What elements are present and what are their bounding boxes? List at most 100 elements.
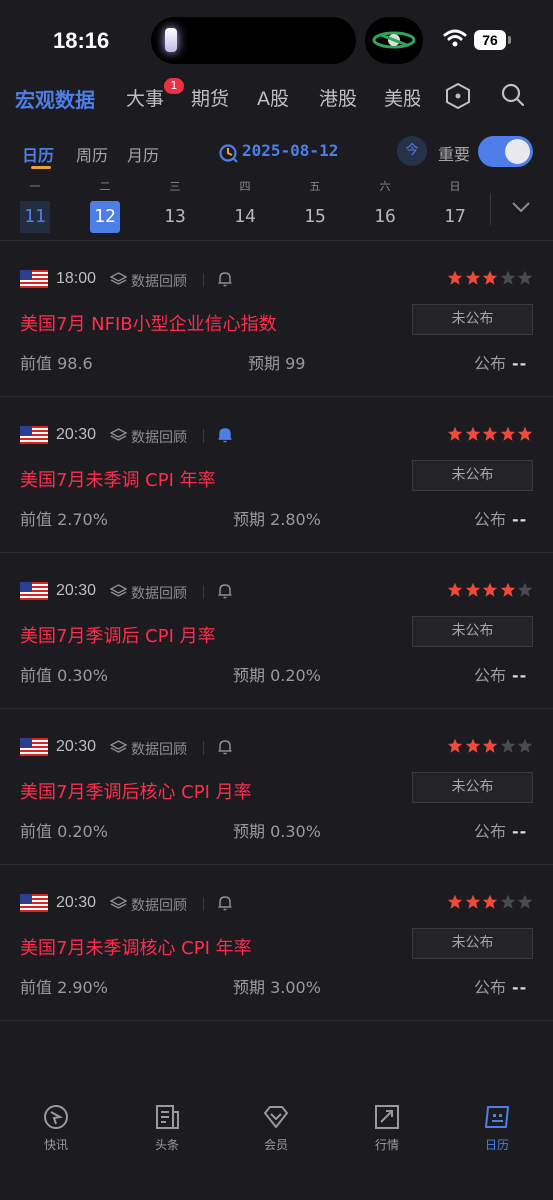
event-time: 20:30 xyxy=(56,426,97,443)
day-16[interactable]: 六 16 xyxy=(370,180,400,233)
actual-value: 公布 -- xyxy=(474,822,528,841)
tab-us-stocks[interactable]: 美股 xyxy=(384,84,420,111)
app-logo-icon xyxy=(372,31,416,49)
nav-membership[interactable]: 会员 xyxy=(246,1102,306,1153)
separator xyxy=(203,429,204,443)
star-filled-icon xyxy=(447,738,463,753)
us-flag-icon xyxy=(20,582,48,600)
tab-a-shares[interactable]: A股 xyxy=(257,84,289,111)
events-badge: 1 xyxy=(164,78,184,94)
weekday-label: 五 xyxy=(309,180,321,193)
importance-stars xyxy=(446,894,534,910)
star-filled-icon xyxy=(465,582,480,597)
flashlight-icon xyxy=(165,28,177,52)
star-filled-icon xyxy=(482,426,498,441)
clock: 18:16 xyxy=(53,28,110,53)
bell-icon[interactable] xyxy=(216,738,234,756)
tab-futures[interactable]: 期货 xyxy=(191,84,229,111)
battery-tip xyxy=(508,36,511,44)
event-title: 美国7月季调后核心 CPI 月率 xyxy=(20,782,252,803)
tab-month-calendar[interactable]: 月历 xyxy=(127,142,159,166)
forecast-value: 预期 99 xyxy=(248,354,306,373)
bell-icon[interactable] xyxy=(216,270,234,288)
tab-week-calendar[interactable]: 周历 xyxy=(76,142,108,166)
date-picker[interactable]: 2025-08-12 xyxy=(218,141,338,163)
day-number: 14 xyxy=(234,206,256,227)
important-label: 重要 xyxy=(438,145,471,164)
weekday-label: 日 xyxy=(449,180,461,193)
battery-indicator: 76 xyxy=(474,30,506,50)
star-filled-icon xyxy=(500,582,515,597)
day-11[interactable]: 一 11 xyxy=(20,180,50,233)
tab-day-calendar[interactable]: 日历 xyxy=(22,142,54,166)
nav-market[interactable]: 行情 xyxy=(357,1102,417,1153)
importance-stars xyxy=(446,270,534,286)
event-title: 美国7月未季调 CPI 年率 xyxy=(20,470,216,491)
wifi-icon xyxy=(443,29,467,47)
us-flag-icon xyxy=(20,270,48,288)
bell-icon[interactable] xyxy=(216,894,234,912)
review-label: 数据回顾 xyxy=(131,898,187,914)
actual-value: 公布 -- xyxy=(474,354,528,373)
day-15[interactable]: 五 15 xyxy=(300,180,330,233)
star-filled-icon xyxy=(500,426,515,441)
data-review-link[interactable]: 数据回顾 xyxy=(110,895,187,915)
day-13[interactable]: 三 13 xyxy=(160,180,190,233)
chart-icon xyxy=(375,1105,399,1129)
chevron-down-icon[interactable] xyxy=(510,200,532,214)
release-status: 未公布 xyxy=(412,460,533,491)
active-tab-underline xyxy=(31,166,51,169)
tab-events[interactable]: 大事 xyxy=(126,84,164,111)
forecast-value: 预期 0.30% xyxy=(233,822,321,841)
event-card[interactable]: 20:30 数据回顾 美国7月未季调核心 CPI 年率 未公布 前值 2.90%… xyxy=(0,864,553,1020)
headline-icon xyxy=(156,1105,179,1129)
nav-label: 日历 xyxy=(484,1138,509,1152)
week-divider xyxy=(490,193,491,225)
weekday-label: 三 xyxy=(169,180,181,193)
data-review-link[interactable]: 数据回顾 xyxy=(110,739,187,759)
actual-value: 公布 -- xyxy=(474,510,528,529)
search-icon[interactable] xyxy=(500,82,526,108)
data-review-link[interactable]: 数据回顾 xyxy=(110,271,187,291)
important-toggle[interactable] xyxy=(478,136,533,167)
event-card[interactable]: 18:00 数据回顾 美国7月 NFIB小型企业信心指数 未公布 前值 98.6… xyxy=(0,240,553,396)
release-status: 未公布 xyxy=(412,304,533,335)
day-12[interactable]: 二 12 xyxy=(90,180,120,233)
bell-icon[interactable] xyxy=(216,582,234,600)
star-filled-icon xyxy=(447,582,463,597)
separator xyxy=(203,273,204,287)
live-activity-island xyxy=(365,17,423,64)
review-label: 数据回顾 xyxy=(131,586,187,602)
star-filled-icon xyxy=(482,738,498,753)
star-empty-icon xyxy=(500,270,515,285)
weekday-label: 四 xyxy=(239,180,251,193)
event-card[interactable]: 20:30 数据回顾 美国7月季调后 CPI 月率 未公布 前值 0.30% 预… xyxy=(0,552,553,708)
actual-value: 公布 -- xyxy=(474,978,528,997)
forecast-value: 预期 0.20% xyxy=(233,666,321,685)
event-time: 20:30 xyxy=(56,894,97,911)
review-label: 数据回顾 xyxy=(131,430,187,446)
event-title: 美国7月季调后 CPI 月率 xyxy=(20,626,216,647)
nav-calendar[interactable]: 日历 xyxy=(467,1102,527,1153)
tab-macro-data[interactable]: 宏观数据 xyxy=(15,84,95,113)
separator xyxy=(203,741,204,755)
event-card[interactable]: 20:30 数据回顾 美国7月季调后核心 CPI 月率 未公布 前值 0.20%… xyxy=(0,708,553,864)
data-review-link[interactable]: 数据回顾 xyxy=(110,583,187,603)
day-number: 12 xyxy=(90,201,120,233)
day-number: 13 xyxy=(164,206,186,227)
day-14[interactable]: 四 14 xyxy=(230,180,260,233)
bell-active-icon[interactable] xyxy=(216,426,234,444)
event-card[interactable]: 20:30 数据回顾 美国7月未季调 CPI 年率 未公布 前值 2.70% 预… xyxy=(0,396,553,552)
hexagon-settings-icon[interactable] xyxy=(444,82,472,110)
data-review-link[interactable]: 数据回顾 xyxy=(110,427,187,447)
tab-hk-stocks[interactable]: 港股 xyxy=(319,84,357,111)
nav-headlines[interactable]: 头条 xyxy=(137,1102,197,1153)
nav-flash-news[interactable]: 快讯 xyxy=(26,1102,86,1153)
us-flag-icon xyxy=(20,426,48,444)
release-status: 未公布 xyxy=(412,928,533,959)
event-title: 美国7月 NFIB小型企业信心指数 xyxy=(20,314,277,335)
day-number: 17 xyxy=(444,206,466,227)
today-button[interactable]: 今 xyxy=(397,136,427,166)
star-filled-icon xyxy=(517,426,533,441)
day-17[interactable]: 日 17 xyxy=(440,180,470,233)
